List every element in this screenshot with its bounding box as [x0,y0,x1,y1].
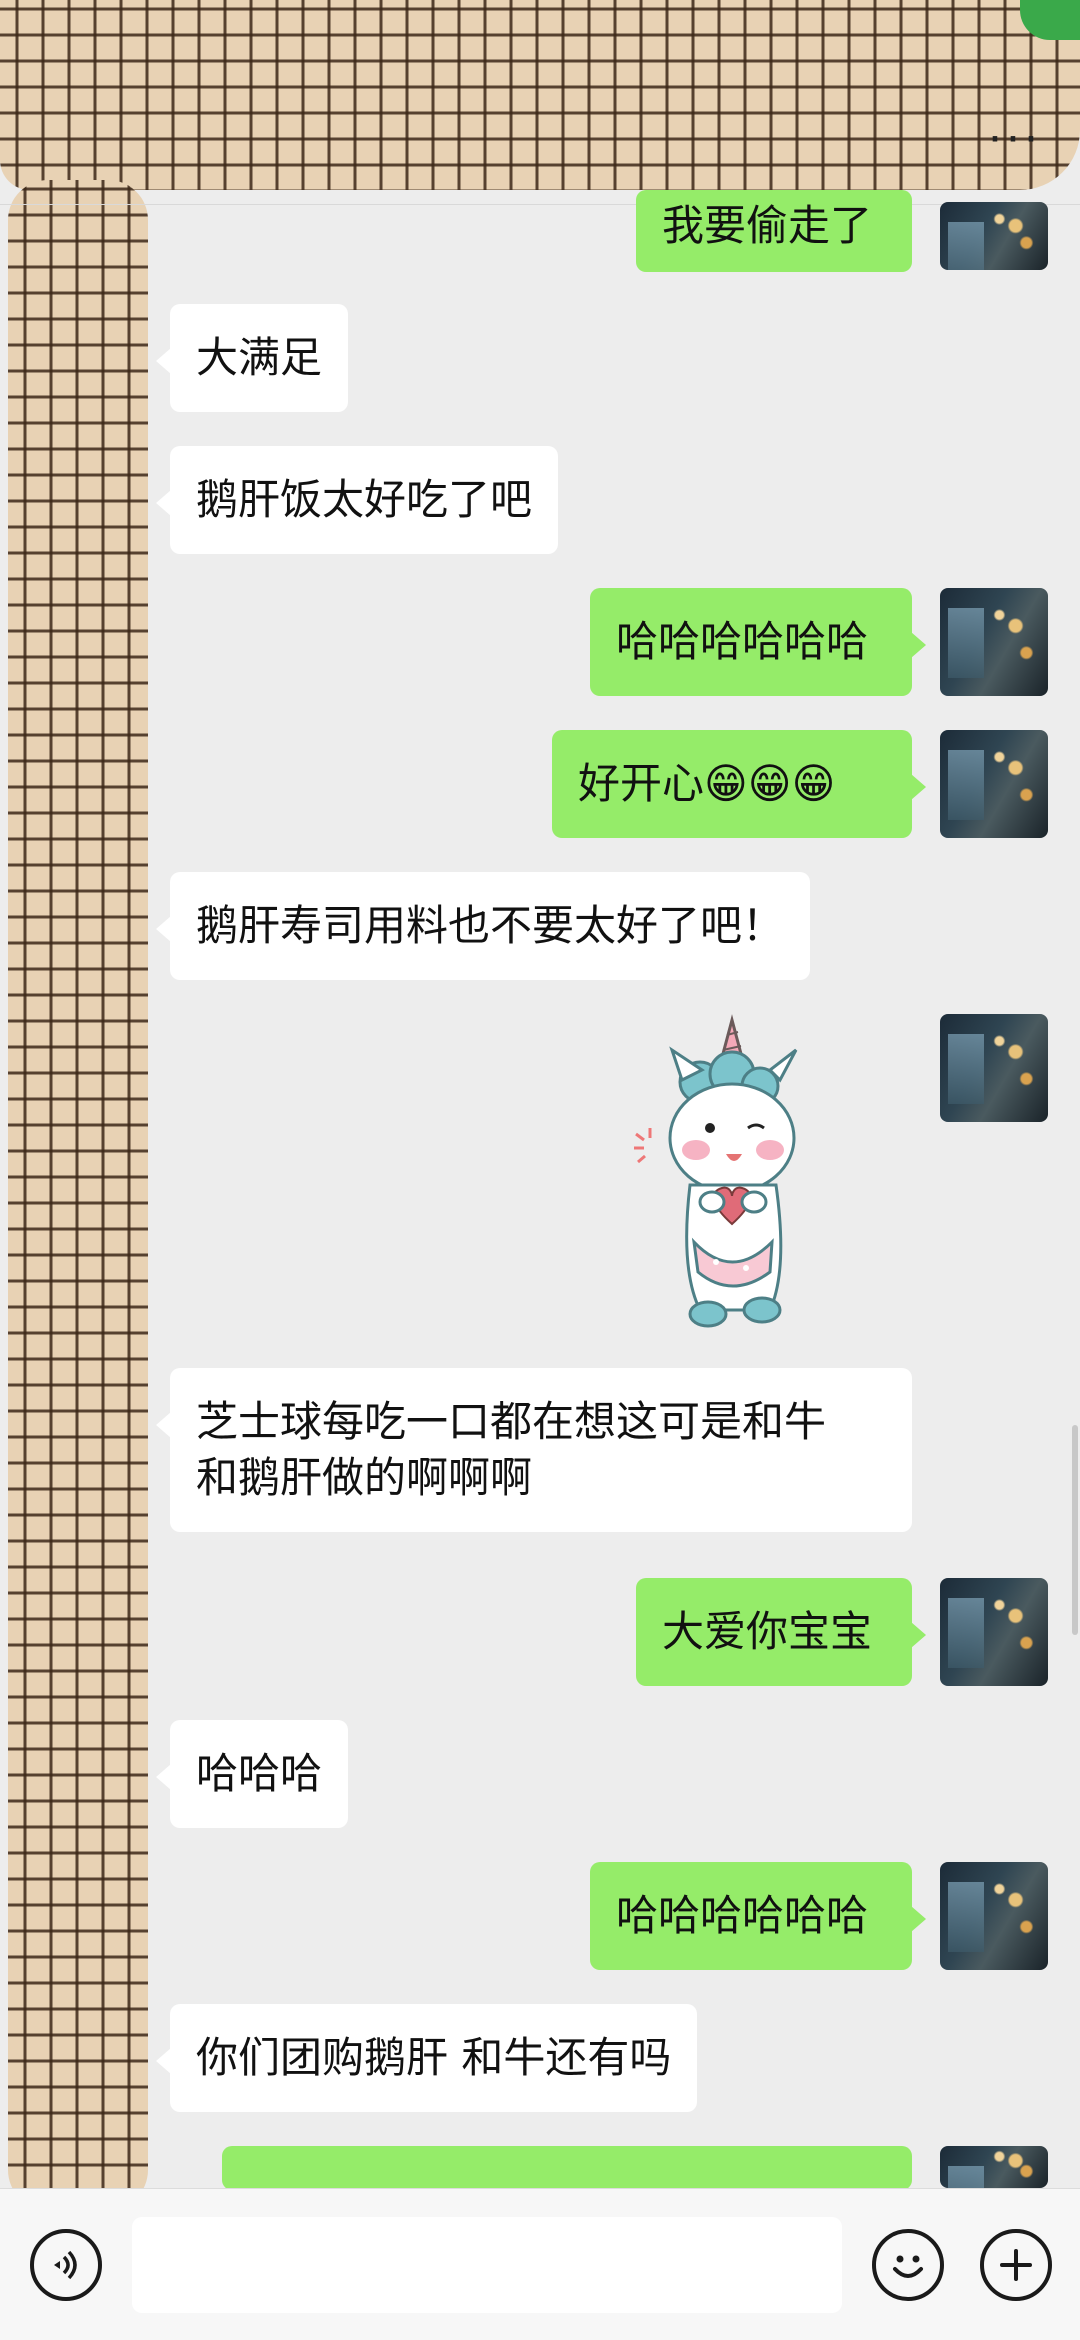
message-bubble-incoming[interactable]: 鹅肝饭太好吃了吧 [155,446,559,554]
chat-input-bar [0,2188,1080,2340]
message-bubble-outgoing[interactable]: 哈哈哈哈哈哈 [590,588,926,696]
more-options-button[interactable]: ··· [988,118,1042,162]
scrollbar[interactable] [1072,1425,1078,1635]
voice-wave-glyph [54,2250,77,2280]
my-avatar[interactable] [940,1014,1048,1122]
smiley-glyph [893,2255,923,2278]
my-avatar[interactable] [940,588,1048,696]
plus-glyph [1000,2249,1032,2281]
my-avatar[interactable] [940,2146,1048,2188]
my-avatar[interactable] [940,730,1048,838]
message-bubble-incoming[interactable]: 芝士球每吃一口都在想这可是和牛 和鹅肝做的啊啊啊 [156,1368,912,1532]
redacted-region-left [8,180,148,2210]
redacted-region-top [0,0,1080,190]
my-avatar[interactable] [940,1578,1048,1686]
message-input[interactable] [132,2217,842,2313]
my-avatar[interactable] [940,1862,1048,1970]
message-bubble-outgoing[interactable]: 好开心😁😁😁 [552,730,926,838]
plus-icon[interactable] [980,2229,1052,2301]
voice-icon[interactable] [30,2229,102,2301]
message-bubble-outgoing-clipped[interactable] [222,2146,926,2216]
message-bubble-outgoing[interactable]: 我要偷走了 [636,190,912,272]
message-bubble-incoming[interactable]: 你们团购鹅肝 和牛还有吗 [155,2004,698,2112]
smiley-icon[interactable] [872,2229,944,2301]
message-bubble-incoming[interactable]: 哈哈哈 [155,1720,349,1828]
message-bubble-outgoing[interactable]: 大爱你宝宝 [636,1578,926,1686]
unicorn-heart-sticker[interactable] [620,1010,840,1340]
message-bubble-incoming[interactable]: 大满足 [155,304,349,412]
message-bubble-outgoing[interactable]: 哈哈哈哈哈哈 [590,1862,926,1970]
message-bubble-incoming[interactable]: 鹅肝寿司用料也不要太好了吧！ [155,872,811,980]
my-avatar[interactable] [940,202,1048,270]
header-divider [0,204,1080,205]
